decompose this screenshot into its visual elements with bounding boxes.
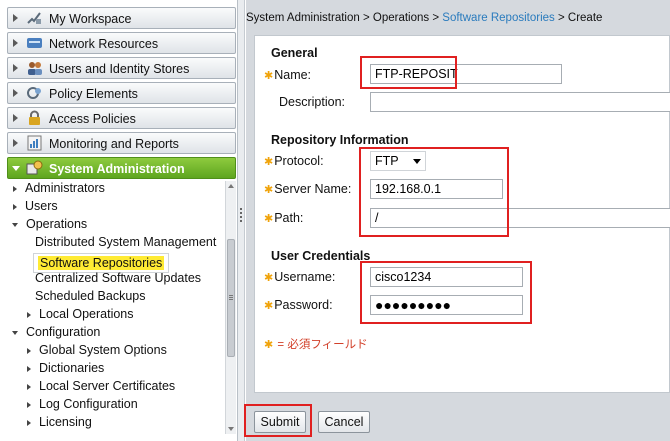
drawer-label: Policy Elements: [49, 87, 138, 101]
drawer-monitoring-reports[interactable]: Monitoring and Reports: [7, 132, 236, 154]
repository-form: General ✱Name: FTP-REPOSIT Description: …: [254, 35, 670, 393]
breadcrumb-separator: >: [557, 12, 565, 24]
section-repository-info-title: Repository Information: [271, 133, 409, 147]
users-icon: [28, 62, 42, 75]
submit-button[interactable]: Submit: [254, 411, 306, 433]
expand-arrow-icon: [13, 64, 18, 72]
drawer-policy-elements[interactable]: Policy Elements: [7, 82, 236, 104]
breadcrumb-operations[interactable]: Operations: [373, 12, 429, 24]
required-icon: ✱: [264, 272, 274, 284]
breadcrumb-software-repositories[interactable]: Software Repositories: [442, 12, 555, 24]
expand-arrow-icon: [13, 89, 18, 97]
description-input[interactable]: [370, 92, 670, 112]
collapsed-arrow-icon: [27, 311, 31, 318]
tree-item-administrators[interactable]: Administrators: [11, 181, 105, 198]
name-label: ✱Name:: [264, 68, 312, 82]
required-icon: ✱: [264, 300, 274, 312]
section-user-credentials-title: User Credentials: [271, 249, 371, 263]
required-icon: ✱: [264, 70, 274, 82]
breadcrumb-create: Create: [567, 12, 603, 24]
collapsed-arrow-icon: [27, 365, 31, 372]
name-input[interactable]: FTP-REPOSIT: [370, 64, 562, 84]
breadcrumb-separator: >: [432, 12, 440, 24]
chevron-down-icon: [413, 159, 421, 164]
drawer-network-resources[interactable]: Network Resources: [7, 32, 236, 54]
tree-item-centralized-software-updates[interactable]: Centralized Software Updates: [35, 271, 201, 288]
path-label: ✱Path:: [264, 211, 304, 225]
pane-splitter[interactable]: [238, 0, 245, 441]
tree-item-users[interactable]: Users: [11, 199, 58, 216]
scroll-up-icon[interactable]: [228, 184, 234, 188]
drawer-label: Network Resources: [49, 37, 159, 51]
scroll-down-icon[interactable]: [228, 427, 234, 431]
required-icon: ✱: [264, 156, 274, 168]
splitter-grip-icon: [240, 208, 242, 210]
collapse-arrow-icon: [12, 166, 20, 171]
tree-item-scheduled-backups[interactable]: Scheduled Backups: [35, 289, 146, 306]
drawer-label: My Workspace: [49, 12, 132, 26]
path-input[interactable]: /: [370, 208, 670, 228]
grip-icon: [229, 295, 233, 296]
password-input[interactable]: ●●●●●●●●●: [370, 295, 523, 315]
drawer-users-identity-stores[interactable]: Users and Identity Stores: [7, 57, 236, 79]
tree-item-local-server-certificates[interactable]: Local Server Certificates: [25, 379, 175, 396]
expand-arrow-icon: [13, 139, 18, 147]
protocol-label: ✱Protocol:: [264, 154, 324, 168]
drawer-my-workspace[interactable]: My Workspace: [7, 7, 236, 29]
cancel-button[interactable]: Cancel: [318, 411, 370, 433]
collapsed-arrow-icon: [27, 401, 31, 408]
workspace-icon: [27, 12, 41, 24]
expand-arrow-icon: [13, 39, 18, 47]
expand-arrow-icon: [13, 14, 18, 22]
scrollbar-thumb[interactable]: [227, 239, 235, 357]
tree-item-log-configuration[interactable]: Log Configuration: [25, 397, 138, 414]
drawer-label: System Administration: [49, 162, 185, 176]
collapsed-arrow-icon: [13, 185, 17, 192]
drawer-label: Access Policies: [49, 112, 136, 126]
collapsed-arrow-icon: [27, 383, 31, 390]
password-label: ✱Password:: [264, 298, 333, 312]
collapsed-arrow-icon: [27, 419, 31, 426]
tree-item-distributed-system-management[interactable]: Distributed System Management: [35, 235, 216, 252]
content-pane: System Administration > Operations > Sof…: [244, 0, 670, 441]
expanded-arrow-icon: [12, 222, 18, 227]
tree-item-software-repositories[interactable]: Software Repositories: [33, 253, 170, 273]
drawer-label: Monitoring and Reports: [49, 137, 179, 151]
reports-icon: [27, 135, 42, 151]
tree-item-licensing[interactable]: Licensing: [25, 415, 92, 432]
tree-item-configuration[interactable]: Configuration: [11, 325, 100, 342]
drawer-system-administration[interactable]: System Administration: [7, 157, 236, 179]
required-icon: ✱: [264, 213, 274, 225]
tree-item-global-system-options[interactable]: Global System Options: [25, 343, 167, 360]
navigation-tree: Administrators Users Operations Distribu…: [7, 181, 228, 434]
collapsed-arrow-icon: [27, 347, 31, 354]
lock-icon: [29, 110, 40, 125]
protocol-select[interactable]: FTP: [370, 151, 426, 171]
policy-icon: [27, 87, 41, 99]
breadcrumb: System Administration > Operations > Sof…: [246, 12, 602, 24]
navigation-pane: My Workspace Network Resources Users and…: [0, 0, 238, 441]
required-icon: ✱: [264, 339, 274, 351]
expand-arrow-icon: [13, 114, 18, 122]
breadcrumb-system-administration[interactable]: System Administration: [246, 12, 360, 24]
required-icon: ✱: [264, 184, 274, 196]
server-name-input[interactable]: 192.168.0.1: [370, 179, 503, 199]
required-field-note: ✱ = 必須フィールド: [264, 339, 368, 351]
section-general-title: General: [271, 46, 318, 60]
server-name-label: ✱Server Name:: [264, 182, 352, 196]
network-icon: [27, 38, 42, 48]
tree-scrollbar[interactable]: [225, 181, 236, 434]
username-input[interactable]: cisco1234: [370, 267, 523, 287]
drawer-access-policies[interactable]: Access Policies: [7, 107, 236, 129]
drawer-label: Users and Identity Stores: [49, 62, 190, 76]
expanded-arrow-icon: [12, 330, 18, 335]
breadcrumb-separator: >: [362, 12, 370, 24]
username-label: ✱Username:: [264, 270, 336, 284]
tree-item-local-operations[interactable]: Local Operations: [25, 307, 134, 324]
tree-item-operations[interactable]: Operations: [11, 217, 87, 234]
collapsed-arrow-icon: [13, 203, 17, 210]
description-label: Description:: [279, 95, 345, 109]
system-admin-icon: [26, 160, 43, 175]
tree-item-dictionaries[interactable]: Dictionaries: [25, 361, 104, 378]
